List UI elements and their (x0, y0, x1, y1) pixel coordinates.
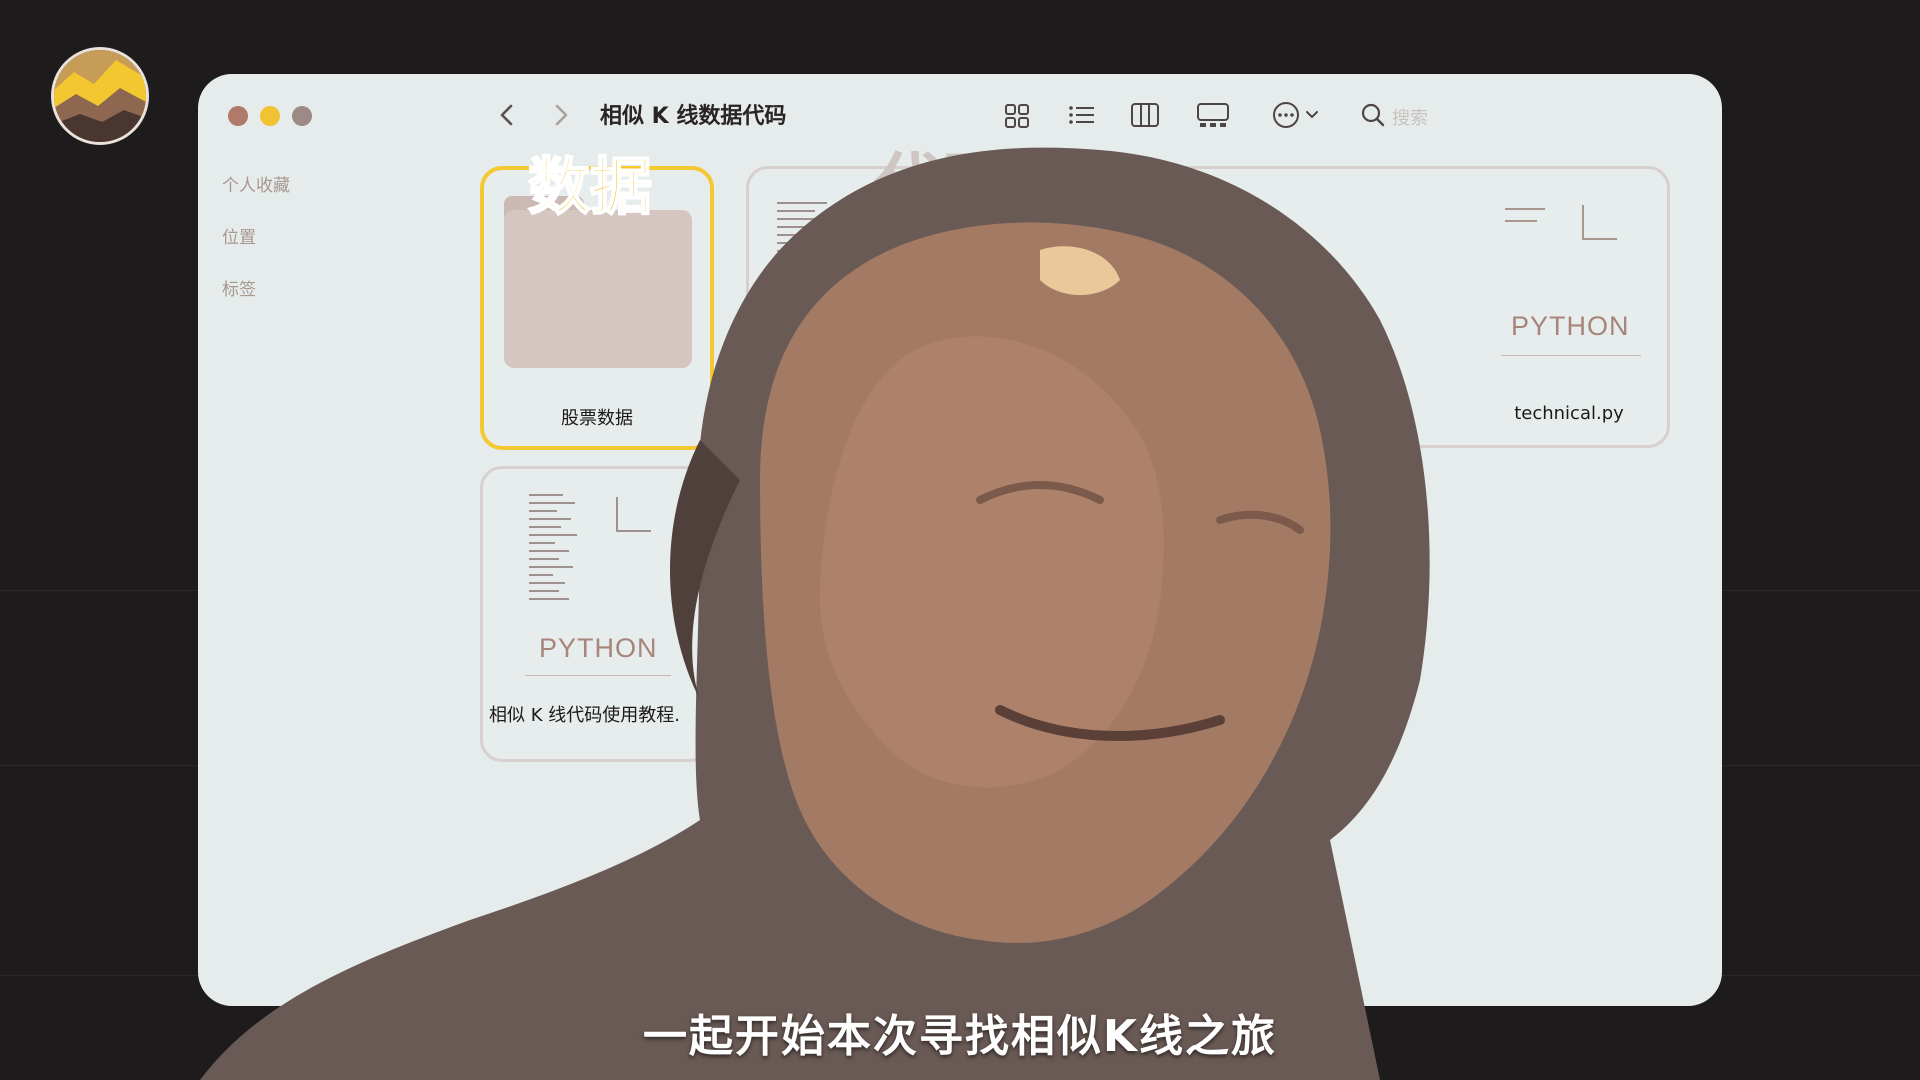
search-placeholder: 搜索 (1392, 108, 1428, 129)
file-type-label: PYTHON (1511, 311, 1630, 341)
more-actions-icon (1273, 102, 1318, 128)
grid-view-icon (1005, 104, 1029, 128)
window-title: 相似 K 线数据代码 (600, 104, 787, 129)
column-view-button[interactable] (1128, 98, 1162, 132)
list-view-button[interactable] (1064, 98, 1098, 132)
sidebar-item-tags[interactable]: 标签 (222, 264, 422, 316)
folder-tag-label: 数据 (527, 149, 653, 224)
code-preview-icon (777, 202, 839, 340)
file-name: 相似 K 线代码使用教程. (489, 705, 680, 726)
forward-button[interactable] (546, 100, 576, 130)
video-frame: 相似 K 线数据代码 搜索 个人收藏 位置 标签 股票数据 数据 PYTHON … (0, 0, 1920, 1080)
search-icon (1361, 103, 1385, 127)
file-name: 股票数据 (561, 408, 633, 429)
code-tag-label: 代码 (874, 145, 1014, 227)
sidebar-item-favorites[interactable]: 个人收藏 (222, 160, 422, 212)
forward-chevron-icon (555, 104, 568, 126)
back-button[interactable] (492, 100, 522, 130)
finder-window: 相似 K 线数据代码 搜索 个人收藏 位置 标签 股票数据 数据 PYTHON … (198, 74, 1722, 1006)
gallery-view-button[interactable] (1194, 98, 1232, 132)
channel-avatar (51, 47, 149, 145)
subtitle-caption: 一起开始本次寻找相似K线之旅 (642, 1011, 1278, 1062)
avatar-logo-icon (54, 50, 146, 142)
sidebar-item-locations[interactable]: 位置 (222, 212, 422, 264)
column-view-icon (1131, 103, 1159, 127)
more-actions-button[interactable] (1270, 98, 1322, 132)
folder-icon (504, 210, 692, 368)
file-name: technical.py (1514, 403, 1624, 424)
code-preview-icon (1505, 205, 1617, 240)
search-field[interactable]: 搜索 (1356, 98, 1476, 132)
sidebar: 个人收藏 位置 标签 (222, 160, 422, 316)
back-chevron-icon (500, 104, 513, 126)
gallery-view-icon (1197, 103, 1229, 127)
file-type-rule (525, 675, 671, 676)
file-item-python[interactable]: PYTHON 相似 K 线代码使用教程. (480, 466, 712, 762)
file-type-rule (1501, 355, 1641, 356)
file-type-label: PYTHON (539, 633, 658, 663)
code-preview-icon (529, 494, 651, 600)
grid-view-button[interactable] (1000, 98, 1034, 132)
list-view-icon (1069, 106, 1094, 124)
